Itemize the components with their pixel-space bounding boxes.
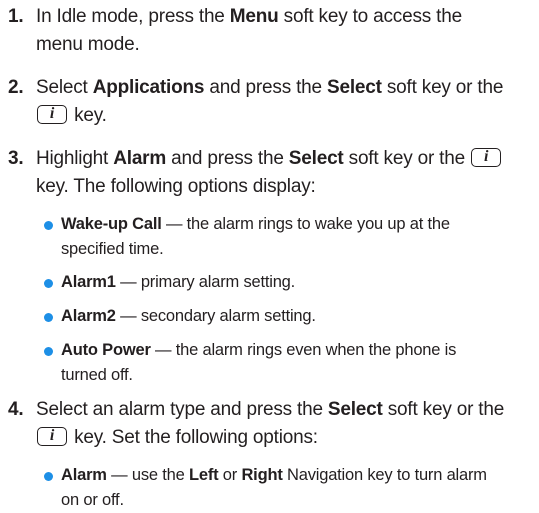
select-key-label: Select [327, 399, 383, 420]
step-text: Highlight Alarm and press the Select sof… [36, 145, 536, 201]
select-key-label: Select [327, 77, 382, 98]
select-key-label: Select [288, 148, 344, 169]
bullet-dot-icon [44, 279, 53, 288]
instruction-page: 1. In Idle mode, press the Menu soft key… [0, 0, 539, 510]
step-text: Select an alarm type and press the Selec… [36, 399, 505, 448]
step-number: 3. [8, 148, 24, 169]
menu-key-label: Menu [229, 6, 279, 27]
bullet-dot-icon [44, 221, 53, 230]
bullet-dot-icon [44, 472, 53, 481]
applications-label: Applications [92, 77, 205, 98]
alarm-label: Alarm [113, 148, 167, 169]
step-text: Select Applications and press the Select… [36, 77, 504, 126]
i-key-icon: i [37, 105, 67, 124]
i-key-icon: i [471, 148, 502, 167]
step-text: In Idle mode, press the Menu soft key to… [36, 6, 462, 55]
step-number: 2. [8, 77, 24, 98]
bullet-dot-icon [44, 347, 53, 356]
step-number: 4. [8, 399, 24, 420]
i-key-icon: i [37, 427, 67, 446]
bullet-dot-icon [44, 313, 53, 322]
step-number: 1. [8, 6, 24, 27]
